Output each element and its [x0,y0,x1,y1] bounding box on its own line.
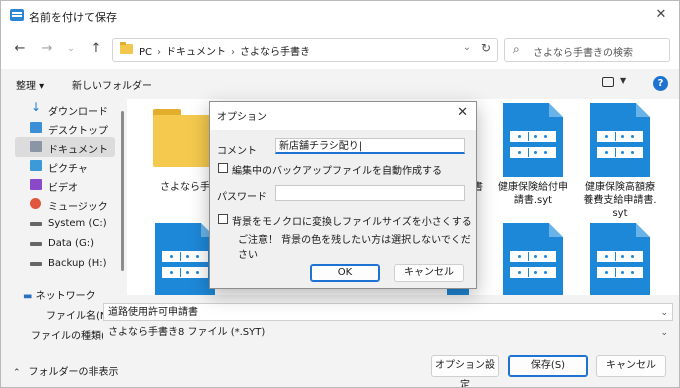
sidebar-item-music[interactable]: ミュージック [15,194,115,214]
title-bar: 名前を付けて保存 ✕ [1,1,679,31]
sidebar-item-label: ドキュメント [48,145,108,156]
documents-icon [30,141,42,152]
navigation-bar: ← → ⌄ ↑ PC › ドキュメント › さよなら手書き ⌄ ↻ ⌕ さよなら手書きの… [1,31,679,69]
sidebar-item-network[interactable]: ▬ ネットワーク [23,287,96,302]
backup-checkbox-label[interactable]: 編集中のバックアップファイルを自動作成する [232,162,442,177]
help-icon[interactable]: ? [653,76,668,91]
desktop-icon [30,122,42,133]
refresh-icon[interactable]: ↻ [481,41,491,55]
sidebar-item-desktop[interactable]: デスクトップ [15,118,115,138]
syt-file-icon[interactable] [503,223,563,295]
dialog-title: オプション [217,112,267,123]
comment-label: コメント [217,146,257,157]
breadcrumb-item-pc[interactable]: PC [139,47,152,58]
videos-icon [30,179,42,190]
address-bar[interactable]: PC › ドキュメント › さよなら手書き ⌄ ↻ [112,38,498,62]
filename-input[interactable]: 道路使用許可申請書 ⌄ [103,303,673,321]
monochrome-checkbox[interactable] [218,214,228,224]
search-placeholder[interactable]: さよなら手書きの検索 [533,44,633,59]
sidebar-item-label: Data (G:) [48,238,94,249]
file-name[interactable]: 健康保険給付申 請書.syt [491,181,575,207]
chevron-down-icon[interactable]: ⌄ [660,304,668,322]
sidebar-item-label: ビデオ [48,183,78,194]
command-bar: 整理 ▾ 新しいフォルダー ▼ ? [1,69,679,99]
backup-checkbox[interactable] [218,163,228,173]
syt-file-icon[interactable] [503,103,563,177]
sidebar-item-label: ピクチャ [48,164,88,175]
music-icon [30,198,41,209]
chevron-up-icon: ⌃ [13,368,21,378]
sidebar-item-documents[interactable]: ドキュメント [15,137,115,157]
app-icon [10,9,24,21]
sidebar-item-label: ミュージック [48,202,108,213]
drive-icon [30,262,42,266]
sidebar-item-data-g[interactable]: Data (G:) [15,234,115,254]
dialog-close-icon[interactable]: ✕ [457,105,468,120]
hide-folders-toggle[interactable]: ⌃ フォルダーの非表示 [13,363,119,378]
new-folder-button[interactable]: 新しいフォルダー [72,77,152,92]
pictures-icon [30,160,42,171]
organize-button[interactable]: 整理 ▾ [16,77,44,92]
search-box[interactable]: ⌕ さよなら手書きの検索 [504,38,670,62]
caution-note: ご注意！ 背景の色を残したい方は選択しないでください [238,235,471,261]
address-dropdown-icon[interactable]: ⌄ [463,42,471,53]
window-title: 名前を付けて保存 [29,11,117,24]
sidebar-item-label: デスクトップ [48,126,108,137]
network-icon: ▬ [23,291,33,302]
ok-button[interactable]: OK [310,264,380,282]
navigation-pane: ↓ ダウンロード デスクトップ ドキュメント ピクチャ ビデオ ミュージック S… [1,99,124,295]
comment-input[interactable]: 新店舗チラシ配り| [275,138,465,154]
syt-file-icon[interactable] [155,223,215,295]
sidebar-item-pictures[interactable]: ピクチャ [15,156,115,176]
sidebar-item-label: Backup (H:) [48,258,107,269]
cancel-button[interactable]: キャンセル [596,355,666,377]
syt-file-icon[interactable] [590,103,650,177]
save-button[interactable]: 保存(S) [508,355,588,377]
search-icon: ⌕ [513,42,520,56]
syt-file-icon[interactable] [590,223,650,295]
back-arrow-icon[interactable]: ← [11,40,29,58]
save-as-window: 名前を付けて保存 ✕ ← → ⌄ ↑ PC › ドキュメント › さよなら手書き ⌄ ↻… [0,0,680,388]
sidebar-item-label: System (C:) [48,218,107,229]
scrollbar-thumb[interactable] [121,111,124,271]
options-dialog: オプション ✕ コメント 新店舗チラシ配り| 編集中のバックアップファイルを自動… [209,101,477,289]
monochrome-checkbox-label[interactable]: 背景をモノクロに変換しファイルサイズを小さくする [232,213,472,228]
sidebar-scrollbar[interactable] [121,99,124,289]
filetype-select[interactable]: さよなら手書き8 ファイル (*.SYT) ⌄ [103,323,673,341]
chevron-down-icon[interactable]: ⌄ [660,324,668,342]
sidebar-item-videos[interactable]: ビデオ [15,175,115,195]
drive-icon [30,222,42,226]
options-button[interactable]: オプション設定 [431,355,499,387]
download-icon: ↓ [30,100,42,114]
folder-icon [120,42,133,54]
save-panel: ▬ ネットワーク ファイル名(N): 道路使用許可申請書 ⌄ ファイルの種類(T)… [1,291,679,387]
sidebar-item-downloads[interactable]: ↓ ダウンロード [15,99,115,119]
sidebar-item-system-c[interactable]: System (C:) [15,214,115,234]
up-arrow-icon[interactable]: ↑ [87,40,105,58]
file-name[interactable]: 健康保険高額療 養費支給申請書. syt [578,181,662,220]
window-close-button[interactable]: ✕ [649,4,673,26]
forward-arrow-icon[interactable]: → [38,40,56,58]
breadcrumb-item-documents[interactable]: ドキュメント [166,47,226,58]
dialog-body: コメント 新店舗チラシ配り| 編集中のバックアップファイルを自動作成する パスワ… [210,130,476,288]
drive-icon [30,242,42,246]
password-label: パスワード [217,192,267,203]
breadcrumb-item-sayonara[interactable]: さよなら手書き [240,47,310,58]
view-dropdown-icon[interactable]: ▼ [620,76,626,85]
sidebar-item-backup-h[interactable]: Backup (H:) [15,254,115,274]
sidebar-item-label: ダウンロード [48,107,108,118]
password-input[interactable] [275,185,465,201]
dialog-cancel-button[interactable]: キャンセル [394,264,464,282]
recent-locations-dropdown-icon[interactable]: ⌄ [62,40,80,58]
view-mode-icon[interactable] [602,77,614,87]
breadcrumb: PC › ドキュメント › さよなら手書き [139,47,311,58]
